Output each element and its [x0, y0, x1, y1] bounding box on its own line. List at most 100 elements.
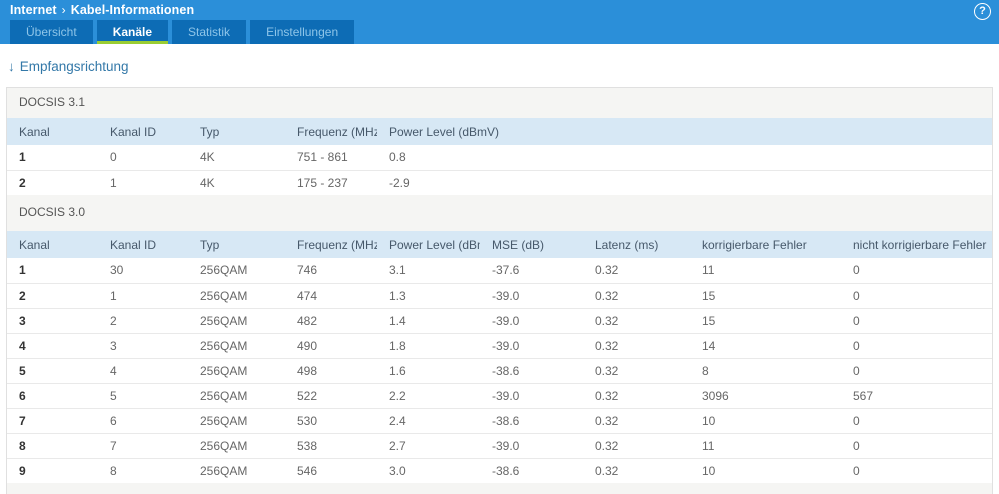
tab-bar: Übersicht Kanäle Statistik Einstellungen — [0, 20, 999, 44]
table-cell: 0 — [841, 332, 992, 358]
docsis31-body: 1 0 4K 751 - 861 0.8 2 1 4K 175 - 237 -2.9 — [7, 145, 992, 195]
table-cell: 1 — [98, 282, 188, 308]
table-cell: 11 — [690, 258, 841, 283]
table-cell: 256QAM — [188, 258, 285, 283]
breadcrumb-item-internet[interactable]: Internet — [10, 3, 57, 17]
table-cell: -39.0 — [480, 382, 583, 408]
table-cell: 0.32 — [583, 407, 690, 433]
table-cell: 2.2 — [377, 382, 480, 408]
heading-label: Empfangsrichtung — [19, 59, 129, 74]
table-cell: 2 — [7, 169, 98, 195]
table-cell: 7 — [98, 432, 188, 458]
table-cell: -37.6 — [480, 258, 583, 283]
table-row: 2 1 4K 175 - 237 -2.9 — [7, 169, 992, 195]
docsis30-table: Kanal Kanal ID Typ Frequenz (MHz) Power Leve… — [7, 231, 992, 483]
column-header: Latenz (ms) — [583, 231, 690, 258]
tab-einstellungen[interactable]: Einstellungen — [250, 20, 355, 44]
table-cell: -38.6 — [480, 357, 583, 383]
table-cell: 256QAM — [188, 382, 285, 408]
table-cell: 498 — [285, 357, 377, 383]
table-cell: -2.9 — [377, 169, 992, 195]
table-cell: 751 - 861 — [285, 145, 377, 170]
table-cell: 2 — [7, 282, 98, 308]
table-row: 4 3 256QAM 490 1.8 -39.0 0.32 14 0 — [7, 332, 992, 358]
column-header: Kanal — [7, 231, 98, 258]
table-cell: 1.6 — [377, 357, 480, 383]
table-cell: 15 — [690, 282, 841, 308]
table-cell: 3.0 — [377, 457, 480, 483]
table-cell: 256QAM — [188, 457, 285, 483]
table-cell: 0 — [98, 145, 188, 170]
breadcrumb-item-current: Kabel-Informationen — [70, 3, 195, 17]
table-cell: 1.3 — [377, 282, 480, 308]
column-header: MSE (dB) — [480, 231, 583, 258]
table-cell: 1 — [7, 258, 98, 283]
table-cell: 4K — [188, 169, 285, 195]
tab-statistik[interactable]: Statistik — [172, 20, 247, 44]
table-cell: 2.4 — [377, 407, 480, 433]
table-cell: 0.32 — [583, 457, 690, 483]
table-cell: -39.0 — [480, 432, 583, 458]
table-cell: 0.32 — [583, 258, 690, 283]
table-cell: 1.4 — [377, 307, 480, 333]
channels-panel: DOCSIS 3.1 Kanal Kanal ID Typ Frequenz (MHz… — [6, 87, 993, 494]
table-cell: 6 — [98, 407, 188, 433]
table-cell: 256QAM — [188, 307, 285, 333]
table-cell: 15 — [690, 307, 841, 333]
docsis30-body: 1 30 256QAM 746 3.1 -37.6 0.32 11 0 2 1 256QAM 474 1.… — [7, 258, 992, 483]
table-cell: 0.32 — [583, 282, 690, 308]
table-cell: 3096 — [690, 382, 841, 408]
table-cell: 0.8 — [377, 145, 992, 170]
table-cell: 14 — [690, 332, 841, 358]
table-cell: 0 — [841, 432, 992, 458]
tab-kanaele[interactable]: Kanäle — [96, 20, 169, 44]
column-header: nicht korrigierbare Fehler — [841, 231, 992, 258]
table-cell: 6 — [7, 382, 98, 408]
table-cell: 538 — [285, 432, 377, 458]
table-cell: 2 — [98, 307, 188, 333]
breadcrumb-separator-icon: › — [61, 2, 66, 17]
table-cell: 3 — [7, 307, 98, 333]
table-cell: 0 — [841, 357, 992, 383]
table-cell: 256QAM — [188, 407, 285, 433]
table-cell: 474 — [285, 282, 377, 308]
table-cell: 256QAM — [188, 432, 285, 458]
table-cell: 1.8 — [377, 332, 480, 358]
table-cell: 0 — [841, 457, 992, 483]
help-icon[interactable]: ? — [974, 2, 991, 20]
table-cell: -38.6 — [480, 407, 583, 433]
docsis30-header-row: Kanal Kanal ID Typ Frequenz (MHz) Power Leve… — [7, 231, 992, 258]
table-cell: 2.7 — [377, 432, 480, 458]
table-cell: 1 — [7, 145, 98, 170]
table-cell: 546 — [285, 457, 377, 483]
table-cell: 7 — [7, 407, 98, 433]
table-row: 7 6 256QAM 530 2.4 -38.6 0.32 10 0 — [7, 407, 992, 433]
table-cell: 3.1 — [377, 258, 480, 283]
top-header: Internet › Kabel-Informationen ? Übersic… — [0, 0, 999, 44]
column-header: Typ — [188, 118, 285, 145]
table-cell: 0.32 — [583, 307, 690, 333]
table-cell: 4 — [7, 332, 98, 358]
tab-uebersicht[interactable]: Übersicht — [10, 20, 93, 44]
table-cell: 11 — [690, 432, 841, 458]
table-cell: 0.32 — [583, 382, 690, 408]
table-row: 1 0 4K 751 - 861 0.8 — [7, 145, 992, 170]
column-header: Kanal ID — [98, 231, 188, 258]
table-row: 5 4 256QAM 498 1.6 -38.6 0.32 8 0 — [7, 357, 992, 383]
table-cell: 746 — [285, 258, 377, 283]
breadcrumb: Internet › Kabel-Informationen — [10, 2, 195, 18]
down-arrow-icon: ↓ — [8, 59, 15, 74]
table-row: 6 5 256QAM 522 2.2 -39.0 0.32 3096 567 — [7, 382, 992, 408]
table-cell: 0.32 — [583, 432, 690, 458]
table-cell: -38.6 — [480, 457, 583, 483]
table-row: 3 2 256QAM 482 1.4 -39.0 0.32 15 0 — [7, 307, 992, 333]
empfangsrichtung-heading[interactable]: ↓ Empfangsrichtung — [8, 58, 129, 75]
docsis31-section-title: DOCSIS 3.1 — [19, 95, 86, 109]
table-cell: -39.0 — [480, 307, 583, 333]
table-cell: 0.32 — [583, 332, 690, 358]
table-cell: 10 — [690, 407, 841, 433]
table-cell: 0 — [841, 258, 992, 283]
column-header: Power Level (dBmV) — [377, 118, 992, 145]
column-header: Frequenz (MHz) — [285, 118, 377, 145]
column-header: Frequenz (MHz) — [285, 231, 377, 258]
